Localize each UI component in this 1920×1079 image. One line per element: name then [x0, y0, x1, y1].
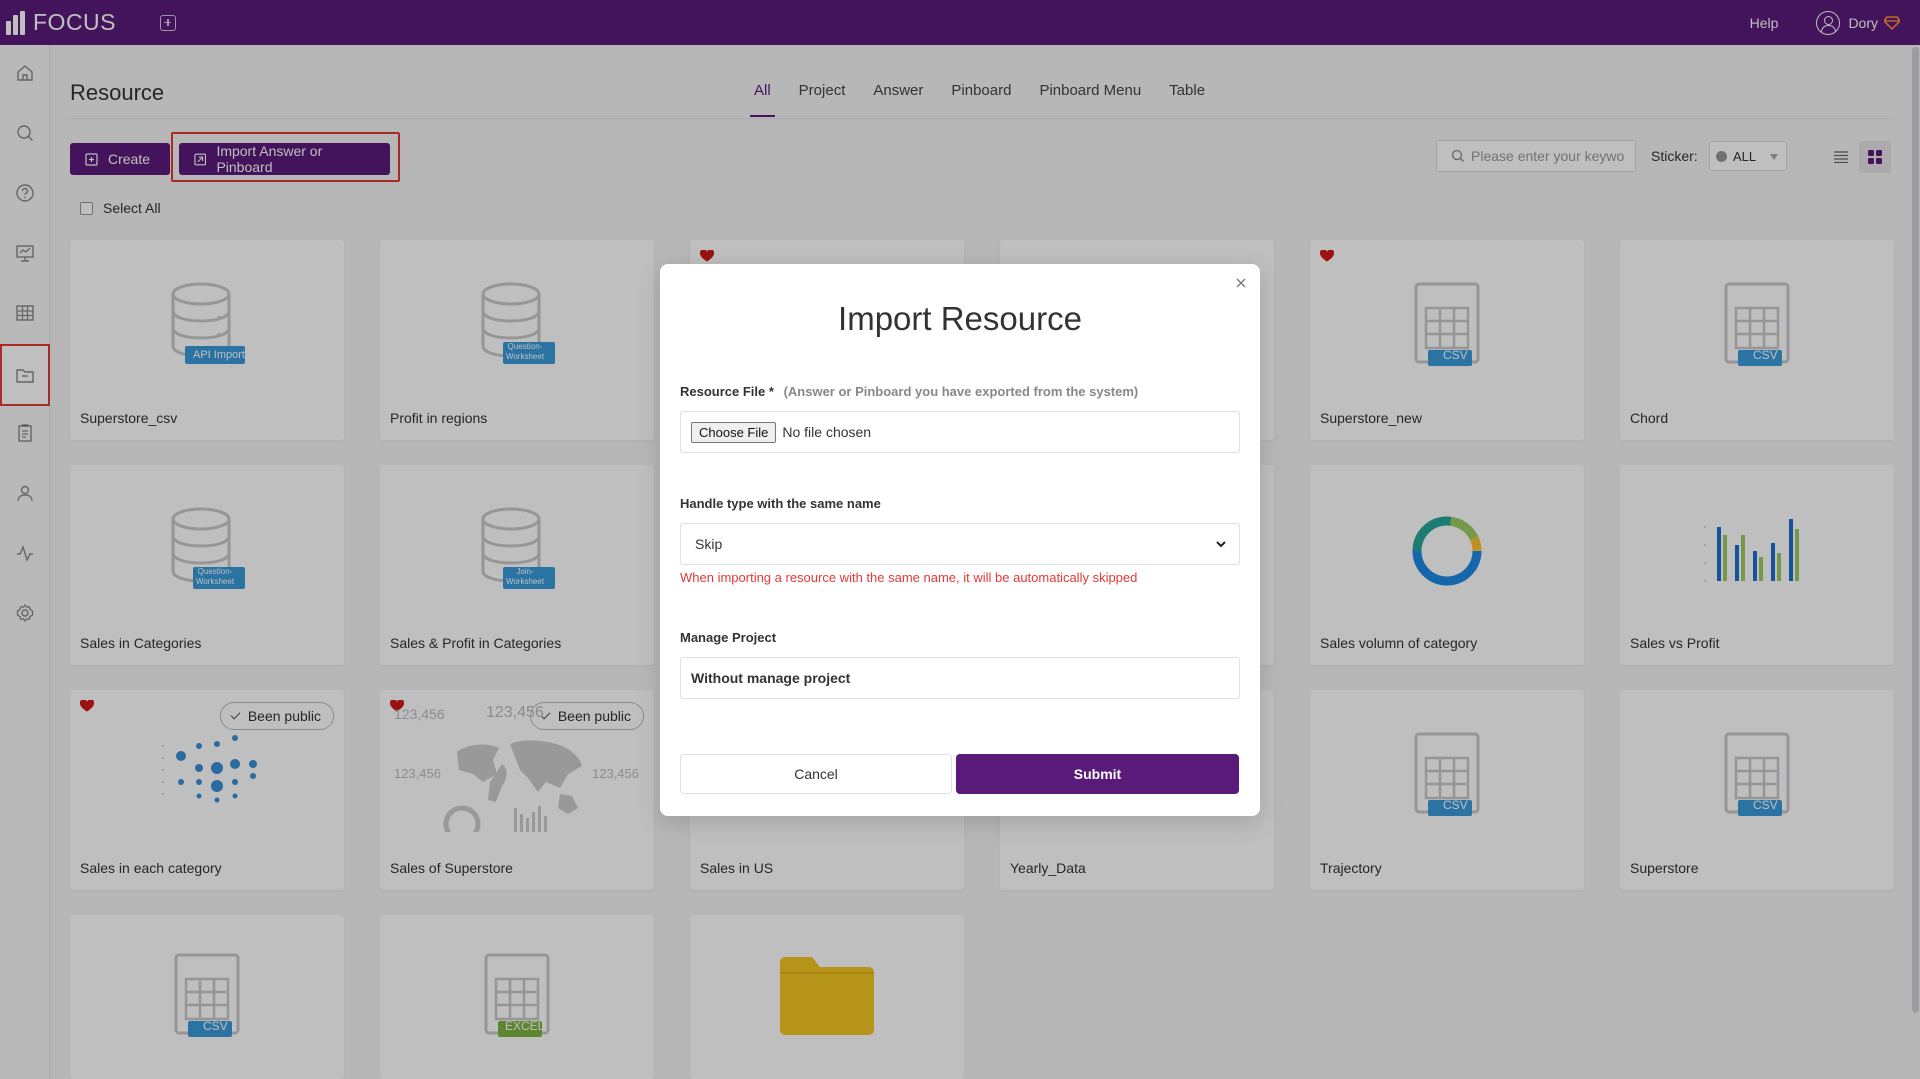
- resource-file-label-text: Resource File *: [680, 384, 774, 399]
- handle-type-warning: When importing a resource with the same …: [680, 570, 1138, 585]
- manage-project-select[interactable]: Without manage project: [680, 657, 1240, 699]
- resource-file-hint: (Answer or Pinboard you have exported fr…: [783, 384, 1139, 399]
- resource-file-input[interactable]: Choose File No file chosen: [680, 411, 1240, 453]
- handle-type-select[interactable]: Skip: [680, 523, 1240, 565]
- resource-file-label: Resource File * (Answer or Pinboard you …: [680, 384, 1138, 399]
- modal-title: Import Resource: [838, 300, 1082, 337]
- submit-button[interactable]: Submit: [956, 754, 1239, 794]
- file-status: No file chosen: [782, 424, 872, 440]
- manage-project-value: Without manage project: [691, 670, 851, 686]
- choose-file-button[interactable]: Choose File: [691, 421, 777, 443]
- cancel-button[interactable]: Cancel: [680, 754, 952, 794]
- chevron-down-icon: [1216, 541, 1226, 548]
- manage-project-label: Manage Project: [680, 630, 777, 645]
- handle-type-value: Skip: [695, 536, 723, 552]
- import-resource-modal: Import Resource Resource File * (Answer …: [660, 264, 1260, 816]
- handle-type-label: Handle type with the same name: [680, 496, 881, 511]
- close-icon[interactable]: [1234, 276, 1248, 290]
